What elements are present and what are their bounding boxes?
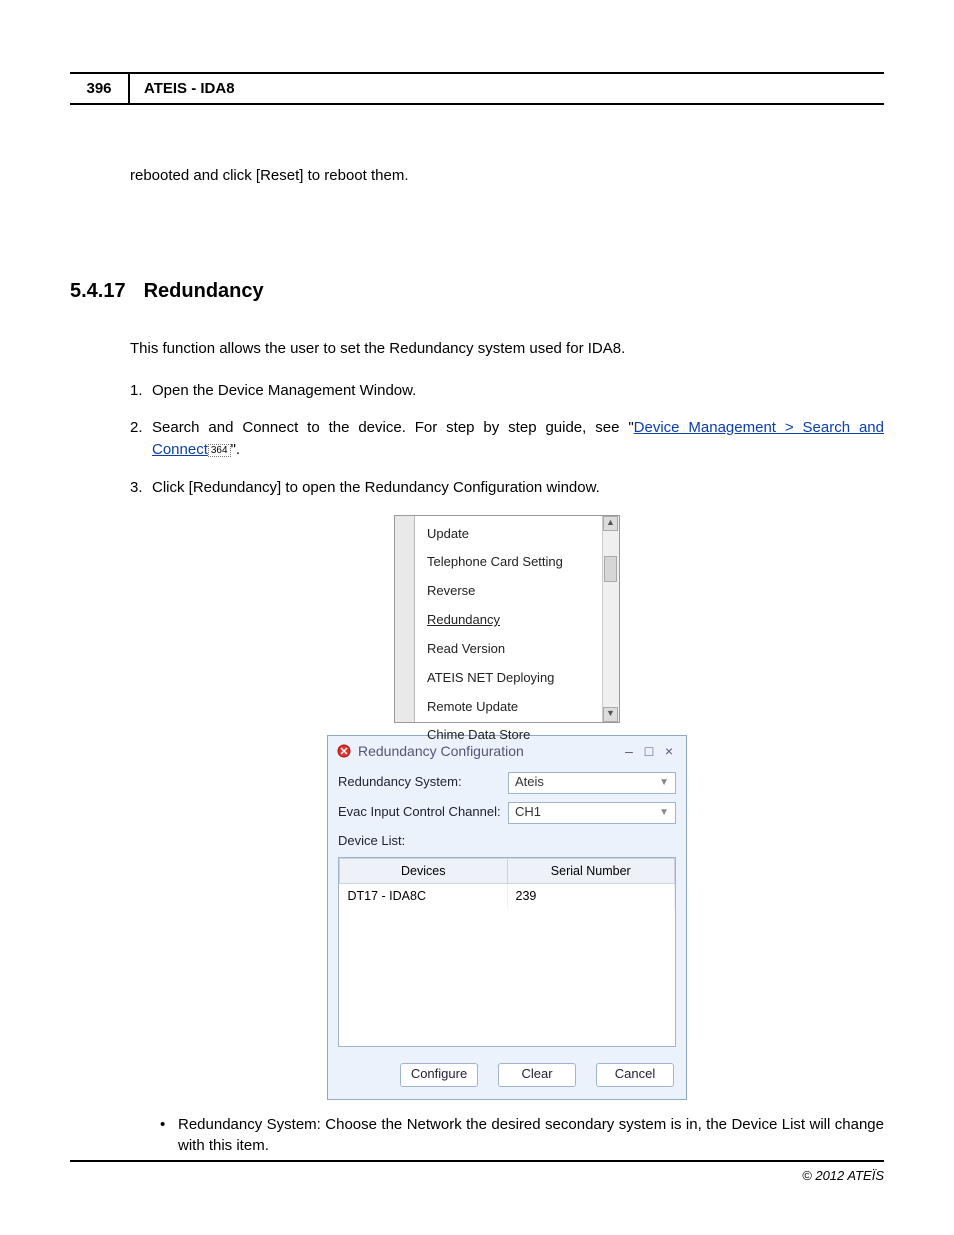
context-menu: Update Telephone Card Setting Reverse Re… bbox=[394, 515, 620, 723]
app-icon bbox=[336, 743, 352, 759]
evac-channel-label: Evac Input Control Channel: bbox=[338, 803, 508, 822]
page-number: 396 bbox=[70, 74, 130, 103]
doc-title: ATEIS - IDA8 bbox=[130, 74, 249, 103]
section-number: 5.4.17 bbox=[70, 277, 126, 306]
cell-serial: 239 bbox=[507, 883, 675, 908]
bullet-redundancy-system: • Redundancy System: Choose the Network … bbox=[160, 1114, 884, 1158]
redundancy-system-label: Redundancy System: bbox=[338, 773, 508, 792]
menu-gutter bbox=[395, 516, 415, 722]
section-heading: 5.4.17 Redundancy bbox=[70, 277, 884, 306]
scroll-up-icon[interactable]: ▲ bbox=[603, 516, 618, 531]
device-list: Devices Serial Number DT17 - IDA8C 239 bbox=[338, 857, 676, 1047]
close-button[interactable]: × bbox=[660, 741, 678, 761]
menu-list: Update Telephone Card Setting Reverse Re… bbox=[415, 516, 602, 722]
clear-button[interactable]: Clear bbox=[498, 1063, 576, 1087]
cancel-button[interactable]: Cancel bbox=[596, 1063, 674, 1087]
intro-paragraph: This function allows the user to set the… bbox=[130, 338, 884, 360]
redundancy-system-value: Ateis bbox=[515, 773, 544, 792]
scroll-down-icon[interactable]: ▼ bbox=[603, 707, 618, 722]
page-header: 396 ATEIS - IDA8 bbox=[70, 72, 884, 105]
menu-item-redundancy[interactable]: Redundancy bbox=[415, 606, 602, 635]
col-serial-number[interactable]: Serial Number bbox=[507, 858, 675, 883]
copyright: © 2012 ATEÏS bbox=[802, 1168, 884, 1183]
configure-button[interactable]: Configure bbox=[400, 1063, 478, 1087]
cell-device: DT17 - IDA8C bbox=[340, 883, 508, 908]
menu-item-telephone-card-setting[interactable]: Telephone Card Setting bbox=[415, 548, 602, 577]
col-devices[interactable]: Devices bbox=[340, 858, 508, 883]
step-2-post: ". bbox=[231, 441, 241, 458]
menu-item-remote-update[interactable]: Remote Update bbox=[415, 693, 602, 722]
step-1: 1. Open the Device Management Window. bbox=[130, 380, 884, 402]
menu-item-update[interactable]: Update bbox=[415, 520, 602, 549]
redundancy-system-select[interactable]: Ateis ▼ bbox=[508, 772, 676, 794]
step-3: 3. Click [Redundancy] to open the Redund… bbox=[130, 477, 884, 499]
bullet-text: Redundancy System: Choose the Network th… bbox=[178, 1114, 884, 1158]
redundancy-config-dialog: Redundancy Configuration – □ × Redundanc… bbox=[327, 735, 687, 1100]
evac-channel-value: CH1 bbox=[515, 803, 541, 822]
step-1-text: Open the Device Management Window. bbox=[152, 380, 884, 402]
chevron-down-icon: ▼ bbox=[659, 806, 669, 821]
menu-item-read-version[interactable]: Read Version bbox=[415, 635, 602, 664]
table-row[interactable]: DT17 - IDA8C 239 bbox=[340, 883, 675, 908]
step-2: 2. Search and Connect to the device. For… bbox=[130, 417, 884, 461]
dialog-titlebar: Redundancy Configuration – □ × bbox=[328, 736, 686, 766]
maximize-button[interactable]: □ bbox=[640, 741, 658, 761]
evac-channel-select[interactable]: CH1 ▼ bbox=[508, 802, 676, 824]
section-title: Redundancy bbox=[144, 277, 264, 306]
menu-item-reverse[interactable]: Reverse bbox=[415, 577, 602, 606]
scroll-thumb[interactable] bbox=[604, 556, 617, 582]
step-2-pre: Search and Connect to the device. For st… bbox=[152, 419, 634, 436]
bullet-icon: • bbox=[160, 1114, 178, 1158]
carryover-text: rebooted and click [Reset] to reboot the… bbox=[130, 165, 884, 187]
minimize-button[interactable]: – bbox=[620, 741, 638, 761]
chevron-down-icon: ▼ bbox=[659, 776, 669, 791]
step-3-text: Click [Redundancy] to open the Redundanc… bbox=[152, 477, 884, 499]
device-list-label: Device List: bbox=[338, 832, 676, 851]
link-page-ref: 364 bbox=[208, 444, 231, 457]
dialog-title: Redundancy Configuration bbox=[358, 741, 618, 761]
page-footer: © 2012 ATEÏS bbox=[70, 1160, 884, 1183]
menu-item-ateis-net-deploying[interactable]: ATEIS NET Deploying bbox=[415, 664, 602, 693]
menu-scrollbar[interactable]: ▲ ▼ bbox=[602, 516, 619, 722]
